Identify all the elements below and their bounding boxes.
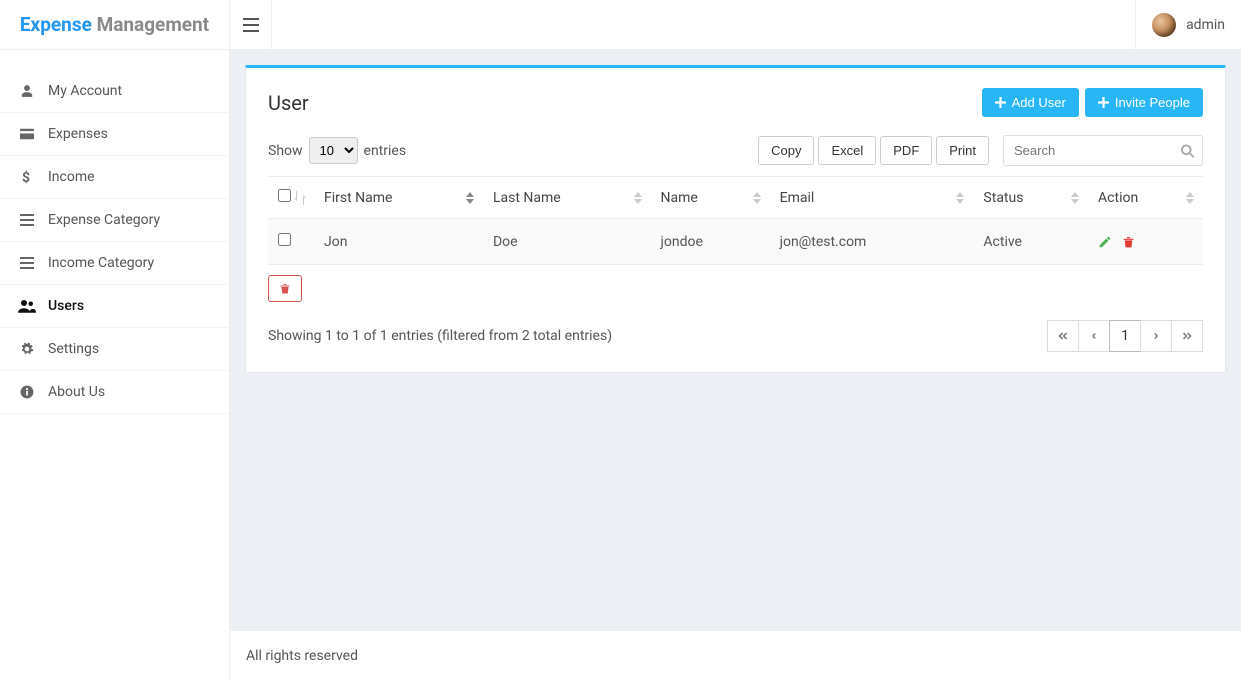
sidebar-item-label: Users <box>48 298 84 314</box>
sort-icon <box>955 192 965 204</box>
bulk-delete-button[interactable] <box>268 275 302 302</box>
sidebar-toggle[interactable] <box>230 0 272 50</box>
sidebar-item-income[interactable]: $ Income <box>0 156 229 199</box>
trash-icon <box>279 282 291 295</box>
sidebar-item-income-category[interactable]: Income Category <box>0 242 229 285</box>
col-status[interactable]: Status <box>973 177 1088 219</box>
chevron-left-icon <box>1089 330 1099 342</box>
sidebar-item-label: Expenses <box>48 126 108 142</box>
sort-icon <box>752 192 762 204</box>
sidebar-item-settings[interactable]: Settings <box>0 328 229 371</box>
sort-icon <box>1070 192 1080 204</box>
select-all-checkbox[interactable] <box>278 189 291 202</box>
col-last-name[interactable]: Last Name <box>483 177 651 219</box>
page-last[interactable] <box>1171 320 1203 352</box>
user-icon <box>18 84 36 98</box>
page-first[interactable] <box>1047 320 1079 352</box>
sidebar-item-label: About Us <box>48 384 105 400</box>
user-menu[interactable]: admin <box>1135 0 1241 50</box>
table-toolbar: Show 10 entries Copy Excel PDF Print <box>268 135 1203 166</box>
cell-status: Active <box>973 219 1088 265</box>
sidebar-item-users[interactable]: Users <box>0 285 229 328</box>
col-first-name[interactable]: First Name <box>314 177 483 219</box>
export-excel-button[interactable]: Excel <box>818 136 876 165</box>
top-header: Expense Management admin <box>0 0 1241 50</box>
delete-row-button[interactable] <box>1122 235 1135 249</box>
chevrons-right-icon <box>1181 330 1193 342</box>
export-copy-button[interactable]: Copy <box>758 136 814 165</box>
add-user-label: Add User <box>1012 95 1066 110</box>
sidebar-item-label: My Account <box>48 83 122 99</box>
page-prev[interactable] <box>1078 320 1110 352</box>
main-content: User Add User Invite People Show 10 entr… <box>230 50 1241 630</box>
page-title: User <box>268 91 309 115</box>
logo-word-2: Management <box>97 13 210 36</box>
chevrons-left-icon <box>1057 330 1069 342</box>
length-entries-label: entries <box>364 143 407 159</box>
pencil-icon <box>1098 235 1112 249</box>
length-show-label: Show <box>268 143 303 159</box>
logo: Expense Management <box>0 0 230 50</box>
cell-email: jon@test.com <box>770 219 974 265</box>
sidebar: My Account Expenses $ Income Expense Cat… <box>0 50 230 680</box>
search-icon <box>1180 143 1195 158</box>
hamburger-icon <box>243 18 259 32</box>
plus-icon <box>1098 97 1109 108</box>
sidebar-item-label: Settings <box>48 341 99 357</box>
info-icon <box>18 385 36 399</box>
invite-people-label: Invite People <box>1115 95 1190 110</box>
svg-text:$: $ <box>22 169 30 185</box>
trash-icon <box>1122 235 1135 249</box>
chevron-right-icon <box>1151 330 1161 342</box>
col-action: Action <box>1088 177 1203 219</box>
user-name: admin <box>1186 17 1225 33</box>
edit-row-button[interactable] <box>1098 235 1112 249</box>
footer-text: All rights reserved <box>246 648 358 664</box>
plus-icon <box>995 97 1006 108</box>
user-panel: User Add User Invite People Show 10 entr… <box>245 65 1226 373</box>
table-row: Jon Doe jondoe jon@test.com Active <box>268 219 1203 265</box>
avatar <box>1152 13 1176 37</box>
list-icon <box>18 257 36 269</box>
card-icon <box>18 128 36 140</box>
sidebar-item-expense-category[interactable]: Expense Category <box>0 199 229 242</box>
page-number[interactable]: 1 <box>1109 320 1141 352</box>
cell-last-name: Doe <box>483 219 651 265</box>
sort-icon <box>465 192 475 204</box>
page-length-select[interactable]: 10 <box>309 137 358 164</box>
users-table: First Name Last Name Name <box>268 176 1203 265</box>
sidebar-item-label: Income Category <box>48 255 154 271</box>
footer: All rights reserved <box>230 630 1241 680</box>
page-next[interactable] <box>1140 320 1172 352</box>
row-checkbox[interactable] <box>278 233 291 246</box>
search-input[interactable] <box>1003 135 1203 166</box>
sidebar-item-label: Income <box>48 169 95 185</box>
table-info: Showing 1 to 1 of 1 entries (filtered fr… <box>268 328 612 344</box>
users-icon <box>18 299 36 313</box>
gear-icon <box>18 342 36 356</box>
dollar-icon: $ <box>18 169 36 185</box>
col-checkbox <box>268 177 314 219</box>
sidebar-item-expenses[interactable]: Expenses <box>0 113 229 156</box>
sort-icon <box>1185 192 1195 204</box>
logo-word-1: Expense <box>20 13 92 36</box>
export-pdf-button[interactable]: PDF <box>880 136 932 165</box>
sort-icon <box>633 192 643 204</box>
export-print-button[interactable]: Print <box>936 136 989 165</box>
sidebar-item-label: Expense Category <box>48 212 160 228</box>
col-email[interactable]: Email <box>770 177 974 219</box>
pagination: 1 <box>1048 320 1203 352</box>
sidebar-item-my-account[interactable]: My Account <box>0 70 229 113</box>
cell-name: jondoe <box>651 219 770 265</box>
list-icon <box>18 214 36 226</box>
sidebar-item-about[interactable]: About Us <box>0 371 229 414</box>
col-name[interactable]: Name <box>651 177 770 219</box>
cell-first-name: Jon <box>314 219 483 265</box>
invite-people-button[interactable]: Invite People <box>1085 88 1203 117</box>
sort-icon[interactable] <box>294 191 306 205</box>
add-user-button[interactable]: Add User <box>982 88 1079 117</box>
